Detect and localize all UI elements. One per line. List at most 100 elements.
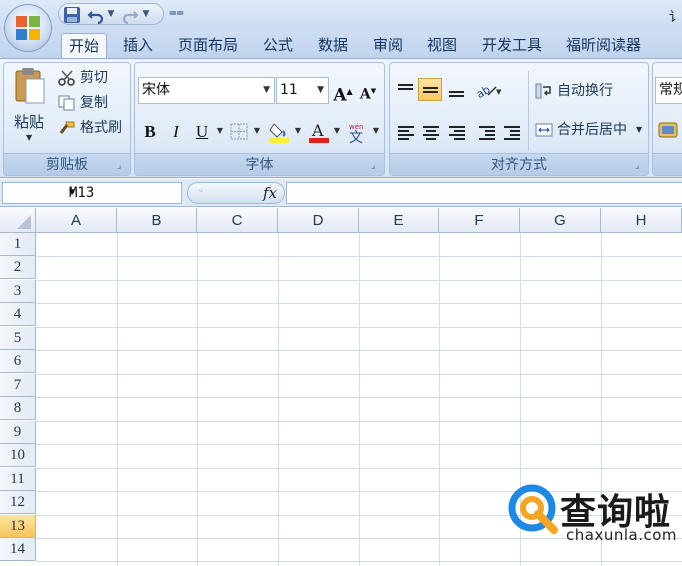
accounting-format-icon[interactable] — [657, 120, 681, 142]
paste-button[interactable]: 粘贴 ▼ — [8, 65, 52, 147]
phonetic-guide-dropdown-icon[interactable]: ▼ — [371, 119, 381, 143]
font-color-dropdown-icon[interactable]: ▼ — [332, 119, 342, 143]
align-top-icon[interactable] — [393, 78, 417, 101]
row-header-3[interactable]: 3 — [0, 280, 36, 303]
undo-dropdown-icon[interactable]: ▼ — [106, 9, 116, 21]
tab-page-layout[interactable]: 页面布局 — [171, 33, 245, 58]
save-icon[interactable] — [63, 6, 81, 24]
formula-input[interactable] — [286, 182, 682, 204]
tab-formulas[interactable]: 公式 — [256, 33, 300, 58]
row-header-13[interactable]: 13 — [0, 515, 36, 538]
font-name-select[interactable]: 宋体 ▼ — [138, 77, 275, 104]
font-color-icon[interactable]: A — [307, 120, 331, 144]
decrease-indent-icon[interactable] — [474, 120, 498, 143]
format-painter-button[interactable]: 格式刷 — [58, 117, 130, 139]
copy-button[interactable]: 复制 — [58, 92, 128, 114]
tab-data[interactable]: 数据 — [311, 33, 355, 58]
watermark-url: chaxunla.com — [566, 526, 677, 544]
gridline — [278, 233, 279, 566]
column-header-b[interactable]: B — [117, 208, 197, 233]
format-painter-icon — [59, 121, 75, 134]
clipboard-launcher-icon[interactable]: ⌟ — [117, 161, 127, 171]
cut-button[interactable]: 剪切 — [58, 67, 128, 89]
underline-dropdown-icon[interactable]: ▼ — [215, 119, 225, 143]
redo-dropdown-icon[interactable]: ▼ — [141, 9, 151, 21]
merge-center-icon — [535, 123, 553, 137]
fill-color-dropdown-icon[interactable]: ▼ — [293, 119, 303, 143]
wrap-text-button[interactable]: 自动换行 — [535, 80, 645, 102]
office-button[interactable] — [4, 4, 52, 52]
tab-home[interactable]: 开始 — [61, 33, 108, 58]
tab-view[interactable]: 视图 — [420, 33, 464, 58]
row-header-11[interactable]: 11 — [0, 468, 36, 491]
underline-button[interactable]: U — [191, 119, 213, 143]
row-header-14[interactable]: 14 — [0, 538, 36, 561]
customize-qat-icon[interactable]: ⩵ — [169, 5, 184, 20]
row-header-6[interactable]: 6 — [0, 350, 36, 373]
insert-function-icon[interactable]: fx — [263, 183, 277, 203]
merge-center-button[interactable]: 合并后居中 ▼ — [535, 119, 649, 141]
tab-developer[interactable]: 开发工具 — [475, 33, 549, 58]
svg-text:A: A — [311, 121, 324, 140]
svg-text:文: 文 — [349, 130, 363, 144]
row-header-4[interactable]: 4 — [0, 303, 36, 326]
row-header-7[interactable]: 7 — [0, 374, 36, 397]
select-all-icon — [17, 215, 31, 229]
align-center-icon[interactable] — [418, 120, 442, 143]
paste-icon — [15, 68, 45, 104]
font-launcher-icon[interactable]: ⌟ — [371, 161, 381, 171]
fill-color-icon[interactable] — [268, 120, 292, 144]
row-header-5[interactable]: 5 — [0, 327, 36, 350]
format-painter-label: 格式刷 — [80, 120, 122, 136]
gridline — [359, 233, 360, 566]
number-format-select[interactable]: 常规 — [655, 77, 682, 104]
redo-icon[interactable] — [121, 6, 139, 25]
tab-foxit-reader[interactable]: 福昕阅读器 — [559, 33, 648, 58]
align-right-icon[interactable] — [444, 120, 468, 143]
column-header-a[interactable]: A — [36, 208, 117, 233]
italic-button[interactable]: I — [165, 119, 187, 143]
alignment-group-label: 对齐方式 — [390, 153, 648, 175]
row-header-10[interactable]: 10 — [0, 444, 36, 467]
align-left-icon[interactable] — [393, 120, 417, 143]
row-header-12[interactable]: 12 — [0, 491, 36, 514]
watermark: 查询啦 chaxunla.com — [508, 482, 682, 552]
alignment-launcher-icon[interactable]: ⌟ — [635, 161, 645, 171]
window-title: 讠 — [668, 10, 682, 25]
row-header-8[interactable]: 8 — [0, 397, 36, 420]
borders-icon[interactable] — [229, 122, 251, 141]
name-box-dropdown-icon: ▼ — [69, 187, 76, 198]
wrap-text-label: 自动换行 — [557, 83, 613, 99]
copy-label: 复制 — [80, 95, 108, 111]
font-size-select[interactable]: 11 ▼ — [276, 77, 329, 104]
borders-dropdown-icon[interactable]: ▼ — [252, 119, 262, 143]
phonetic-guide-icon[interactable]: wén 文 — [346, 120, 370, 146]
clipboard-group: 粘贴 ▼ 剪切 复制 格式刷 剪贴板 ⌟ — [3, 62, 131, 176]
name-box[interactable]: M13 ▼ — [2, 182, 182, 204]
row-header-9[interactable]: 9 — [0, 421, 36, 444]
column-header-e[interactable]: E — [359, 208, 439, 233]
paste-label: 粘贴 — [14, 113, 45, 131]
tab-insert[interactable]: 插入 — [116, 33, 160, 58]
orientation-icon[interactable]: ab ▼ — [474, 79, 504, 101]
decrease-font-size-icon[interactable]: A▼ — [357, 78, 379, 103]
row-header-1[interactable]: 1 — [0, 233, 36, 256]
font-size-value: 11 — [280, 82, 298, 98]
increase-indent-icon[interactable] — [499, 120, 523, 143]
bold-button[interactable]: B — [139, 119, 161, 143]
undo-icon[interactable] — [87, 6, 105, 25]
column-header-g[interactable]: G — [520, 208, 601, 233]
column-header-d[interactable]: D — [278, 208, 359, 233]
tab-review[interactable]: 审阅 — [366, 33, 410, 58]
column-header-h[interactable]: H — [601, 208, 682, 233]
increase-font-size-icon[interactable]: A▲ — [332, 78, 354, 106]
row-header-2[interactable]: 2 — [0, 256, 36, 279]
column-header-c[interactable]: C — [197, 208, 278, 233]
align-bottom-icon[interactable] — [444, 78, 468, 101]
cut-label: 剪切 — [80, 70, 108, 86]
select-all-button[interactable] — [0, 208, 36, 233]
column-header-f[interactable]: F — [439, 208, 520, 233]
font-name-value: 宋体 — [142, 82, 170, 98]
clipboard-group-label: 剪贴板 — [4, 153, 130, 175]
align-middle-icon[interactable] — [418, 78, 442, 101]
